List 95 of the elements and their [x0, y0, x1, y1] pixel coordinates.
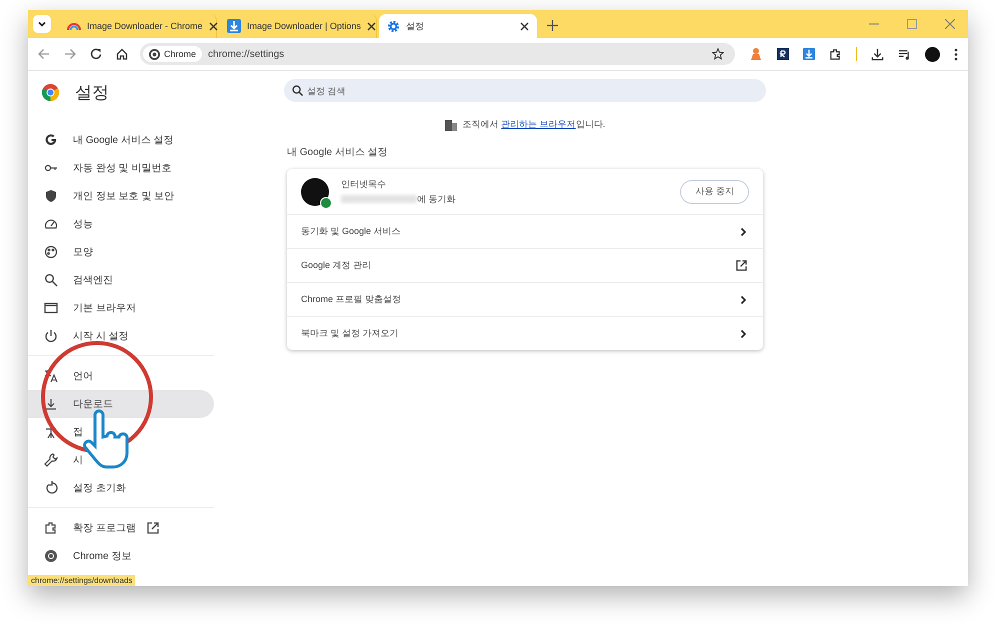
settings-row[interactable]: Chrome 프로필 맞춤설정	[287, 282, 763, 316]
download-extension-icon[interactable]	[803, 48, 815, 60]
building-icon	[444, 118, 457, 130]
sidebar-item[interactable]: 시	[28, 446, 214, 474]
tab-title: Image Downloader | Options	[247, 21, 361, 31]
media-queue-icon[interactable]	[898, 48, 911, 60]
sidebar-item[interactable]: 모양	[28, 238, 214, 266]
search-field[interactable]: 설정 검색	[284, 79, 766, 102]
section-title: 내 Google 서비스 설정	[287, 146, 389, 159]
sync-text: 에 동기화	[417, 192, 456, 206]
download-icon	[227, 19, 241, 33]
settings-row[interactable]: Google 계정 관리	[287, 248, 763, 282]
sidebar-item[interactable]: 다운로드	[28, 390, 214, 418]
download-icon	[44, 397, 58, 411]
external-link-icon[interactable]	[146, 522, 159, 534]
turn-off-button[interactable]: 사용 중지	[680, 180, 749, 204]
sidebar-item[interactable]: 검색엔진	[28, 266, 214, 294]
managed-notice: 조직에서 관리하는 브라우저 입니다.	[462, 118, 606, 131]
bookmark-star-icon[interactable]	[712, 48, 724, 60]
browser-tab[interactable]: Image Downloader - Chrome	[59, 14, 217, 38]
sidebar-item[interactable]: 설정 초기화	[28, 474, 214, 502]
sidebar-label: 개인 정보 보호 및 보안	[73, 190, 174, 203]
sidebar-item[interactable]: 확장 프로그램	[28, 514, 214, 542]
close-icon[interactable]	[208, 22, 218, 30]
site-chip[interactable]: Chrome	[143, 46, 202, 62]
sidebar-label: 자동 완성 및 비밀번호	[73, 162, 172, 175]
settings-row[interactable]: 북마크 및 설정 가져오기	[287, 316, 763, 350]
sidebar-item[interactable]: 기본 브라우저	[28, 294, 214, 322]
external-link-icon	[736, 260, 747, 271]
settings-row[interactable]: 동기화 및 Google 서비스	[287, 214, 763, 248]
managed-browser-link[interactable]: 관리하는 브라우저	[501, 119, 576, 129]
wrench-icon	[44, 453, 58, 467]
close-icon[interactable]	[520, 22, 529, 30]
home-icon[interactable]	[116, 48, 128, 60]
sidebar-label: 내 Google 서비스 설정	[73, 134, 174, 147]
close-icon[interactable]	[366, 22, 376, 30]
menu-icon[interactable]	[954, 48, 958, 60]
sidebar-label: 검색엔진	[73, 274, 113, 287]
tab-title: Image Downloader - Chrome	[87, 21, 203, 31]
browser-tab[interactable]: 설정	[379, 14, 537, 38]
search-icon	[44, 273, 58, 287]
chevron-right-icon	[739, 328, 747, 338]
sidebar-item[interactable]: 접	[28, 418, 214, 446]
chevron-right-icon	[739, 294, 747, 304]
puzzle-icon	[44, 521, 58, 535]
chevron-right-icon	[739, 226, 747, 236]
sidebar-label: 언어	[73, 370, 93, 383]
sidebar-item[interactable]: 자동 완성 및 비밀번호	[28, 154, 214, 182]
sidebar-label: 설정 초기화	[73, 482, 126, 495]
gauge-icon	[44, 217, 58, 231]
sidebar-label: 시	[73, 454, 83, 467]
download-icon[interactable]	[871, 48, 884, 60]
sidebar-label: 성능	[73, 218, 93, 231]
sidebar-item[interactable]: 개인 정보 보호 및 보안	[28, 182, 214, 210]
status-url: chrome://settings/downloads	[28, 575, 136, 586]
forward-icon[interactable]	[64, 48, 76, 60]
sidebar-label: 확장 프로그램	[73, 522, 136, 535]
browser-tab[interactable]: Image Downloader | Options	[219, 14, 377, 38]
power-icon	[44, 329, 58, 343]
chrome-icon	[44, 549, 58, 563]
profile-name: 인터넷목수	[341, 178, 387, 190]
new-tab-icon[interactable]	[547, 20, 558, 31]
sidebar-item[interactable]: 시작 시 설정	[28, 322, 214, 350]
figure-extension-icon[interactable]	[749, 47, 763, 61]
sidebar-item[interactable]: 내 Google 서비스 설정	[28, 126, 214, 154]
sidebar-label: 다운로드	[73, 398, 113, 411]
chrome-icon	[149, 48, 160, 60]
extensions-icon[interactable]	[829, 48, 842, 60]
language-icon	[44, 369, 58, 383]
sidebar-label: 모양	[73, 246, 93, 259]
avatar-icon[interactable]	[925, 46, 940, 62]
chevron-down-icon	[37, 19, 47, 29]
letter-extension-icon[interactable]	[777, 48, 789, 60]
tab-title: 설정	[406, 20, 425, 32]
sidebar-item[interactable]: Chrome 정보	[28, 542, 214, 570]
sidebar-label: 접	[73, 426, 83, 439]
settings-icon	[387, 20, 400, 32]
chrome-logo-icon	[42, 84, 59, 101]
page-title: 설정	[75, 82, 109, 104]
sidebar-label: Chrome 정보	[73, 550, 132, 563]
address-bar[interactable]: Chrome chrome://settings	[140, 43, 735, 65]
shield-icon	[44, 189, 58, 203]
sync-badge-icon	[320, 196, 332, 208]
sidebar-item[interactable]: 성능	[28, 210, 214, 238]
google-icon	[44, 133, 58, 147]
window-icon	[44, 301, 58, 315]
sidebar-label: 기본 브라우저	[73, 302, 136, 315]
sidebar-item[interactable]: 언어	[28, 362, 214, 390]
tab-search-button[interactable]	[33, 15, 51, 33]
url-text: chrome://settings	[208, 48, 286, 60]
reload-icon[interactable]	[90, 48, 102, 60]
back-icon[interactable]	[38, 48, 50, 60]
sidebar-label: 시작 시 설정	[73, 330, 129, 343]
reset-icon	[44, 481, 58, 495]
palette-icon	[44, 245, 58, 259]
